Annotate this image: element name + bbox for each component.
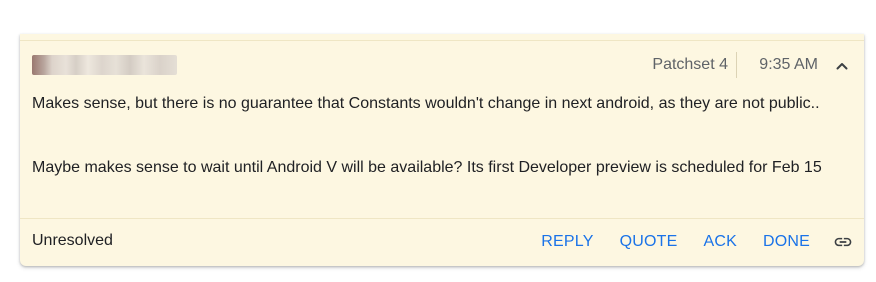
done-button[interactable]: DONE xyxy=(763,233,810,251)
comment-footer: Unresolved REPLY QUOTE ACK DONE xyxy=(20,230,864,254)
comment-time: 9:35 AM xyxy=(759,56,818,73)
footer-divider xyxy=(20,218,864,219)
comment-actions: REPLY QUOTE ACK DONE xyxy=(515,230,854,254)
comment-card: Patchset 4 9:35 AM Makes sense, but ther… xyxy=(20,34,864,266)
quote-button[interactable]: QUOTE xyxy=(620,233,678,251)
reply-button[interactable]: REPLY xyxy=(541,233,593,251)
header-divider xyxy=(736,52,737,78)
link-icon[interactable] xyxy=(832,231,854,253)
comment-message-2: Maybe makes sense to wait until Android … xyxy=(32,159,822,176)
comment-message-1: Makes sense, but there is no guarantee t… xyxy=(32,95,820,112)
chevron-up-icon[interactable] xyxy=(834,58,850,74)
author-name-redacted xyxy=(32,55,177,75)
card-top-strip xyxy=(20,34,864,41)
resolution-status: Unresolved xyxy=(32,232,113,249)
patchset-label[interactable]: Patchset 4 xyxy=(652,56,728,74)
comment-header[interactable]: Patchset 4 9:35 AM xyxy=(20,52,864,80)
ack-button[interactable]: ACK xyxy=(703,233,737,251)
